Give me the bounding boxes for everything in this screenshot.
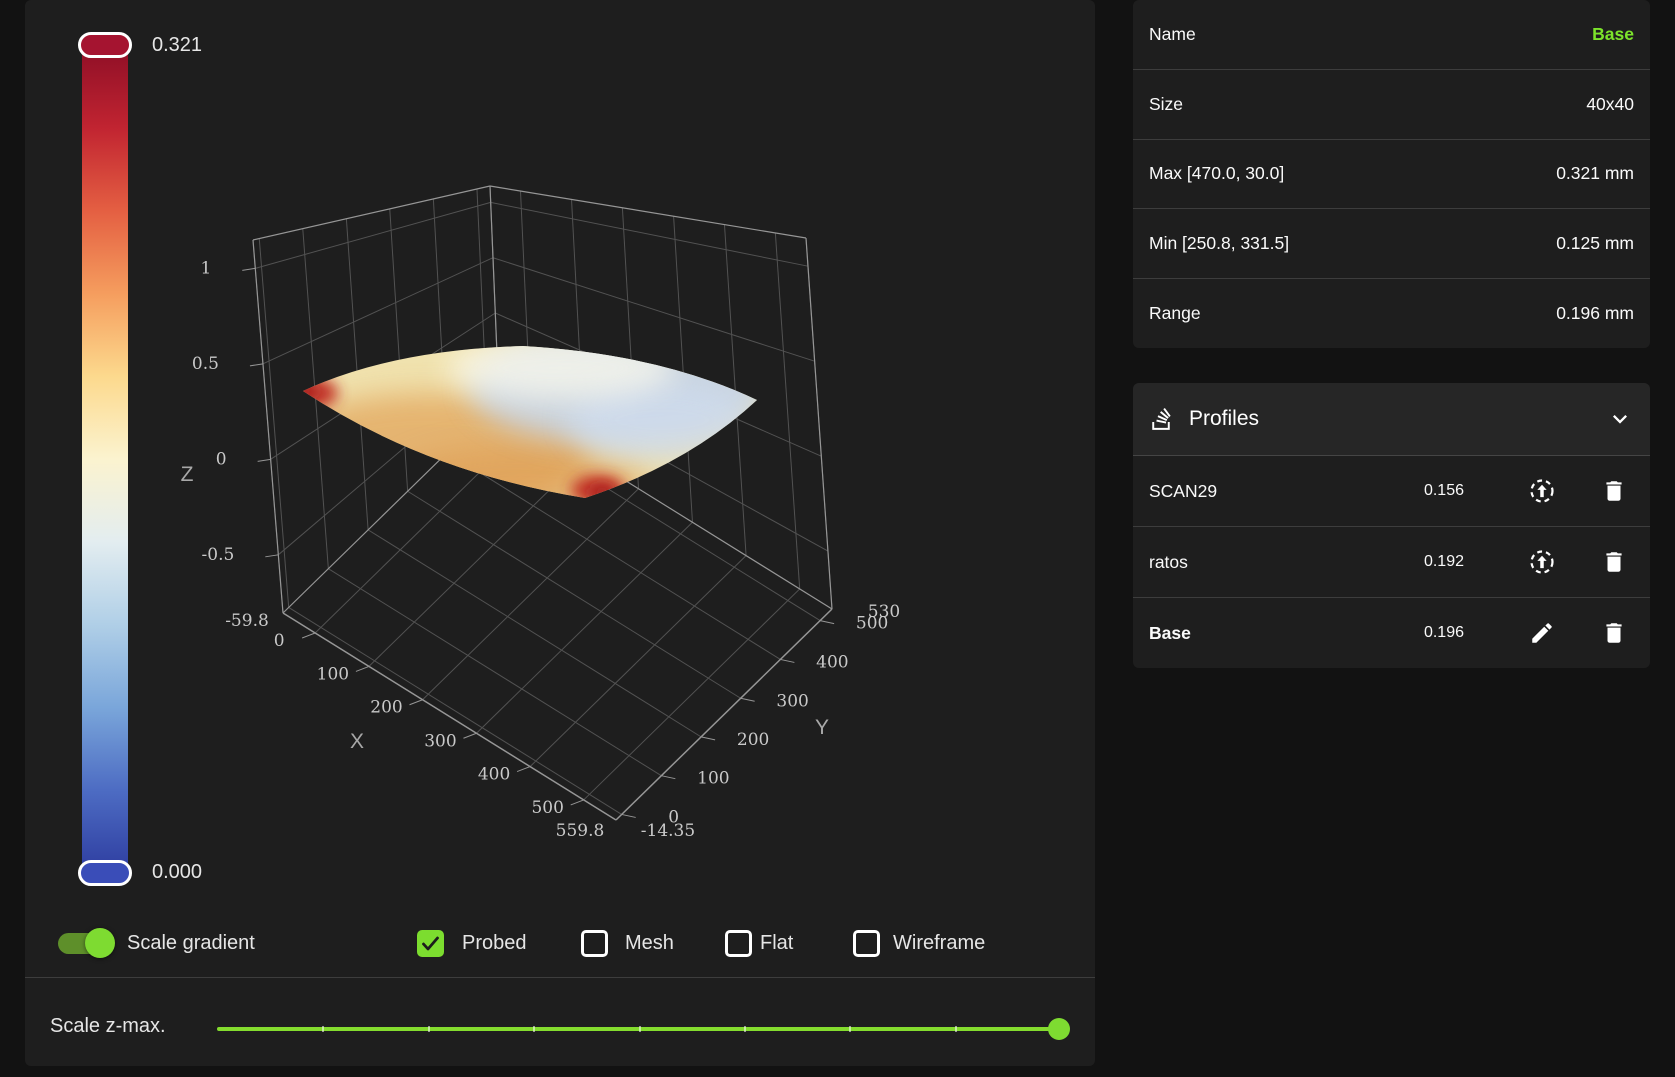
scale-zmax-label: Scale z-max. [50,1015,166,1037]
info-value: Base [1592,23,1634,44]
plot-tick-label: 400 [816,652,848,672]
profile-row-ratos: ratos 0.192 [1133,527,1650,598]
plot-tick-label: 1 [200,258,211,278]
plot-tick-label: 500 [531,798,563,818]
scale-zmax-slider-track[interactable] [217,1026,1060,1032]
profile-range-value: 0.192 [1423,553,1464,570]
slider-tick [954,1026,957,1032]
checkbox-mesh[interactable] [581,930,608,957]
plot-tick-label: -14.35 [641,821,695,841]
divider [25,977,1095,978]
profiles-header: Profiles [1133,383,1650,456]
slider-tick [533,1026,536,1032]
plot-tick-label: 300 [776,691,808,711]
profiles-stack-icon [1149,406,1175,432]
bed-mesh-3d-plot[interactable]: 0 100 200 300 400 500 -59.8 559.8 0 100 200 300 400 5… [25,0,1095,1010]
slider-tick [849,1026,852,1032]
info-row-name: Name Base [1133,0,1650,70]
profiles-rows: SCAN29 0.156 ratos 0.192 Base 0.196 [1133,456,1650,668]
scale-zmax-slider-thumb[interactable] [1048,1018,1070,1040]
checkbox-wireframe[interactable] [853,930,880,957]
profile-actions [1528,477,1628,505]
slider-tick [638,1026,641,1032]
profile-name: SCAN29 [1149,480,1218,501]
info-row-min: Min [250.8, 331.5] 0.125 mm [1133,209,1650,280]
slider-tick [427,1026,430,1032]
info-label: Min [250.8, 331.5] [1149,233,1290,254]
load-profile-icon[interactable] [1528,477,1556,505]
plot-tick-label: 559.8 [556,821,605,841]
plot-tick-label: 0 [216,449,227,469]
info-label: Size [1149,93,1184,114]
info-label: Range [1149,303,1201,324]
checkbox-probed[interactable] [417,930,444,957]
plot-tick-label: X [350,730,364,753]
plot-tick-label: -59.8 [225,611,269,631]
profile-range-value: 0.196 [1423,624,1464,641]
plot-tick-label: Y [815,716,829,739]
checkbox-label-wireframe: Wireframe [893,932,986,954]
profile-actions [1528,548,1628,576]
slider-tick [322,1026,325,1032]
info-value: 0.196 mm [1556,303,1634,324]
delete-profile-icon[interactable] [1600,619,1628,647]
load-profile-icon[interactable] [1528,548,1556,576]
heightmap-page: 0.321 0.000 0 100 200 300 400 500 -59.8 559.8 0 1… [0,0,1675,1077]
edit-profile-icon[interactable] [1528,619,1556,647]
info-label: Name [1149,23,1196,44]
profiles-title: Profiles [1189,407,1260,430]
plot-tick-label: Z [181,463,194,486]
chevron-down-icon[interactable] [1606,405,1634,433]
slider-tick [743,1026,746,1032]
info-row-max: Max [470.0, 30.0] 0.321 mm [1133,140,1650,210]
info-value: 0.125 mm [1556,233,1634,254]
checkbox-label-flat: Flat [760,932,794,954]
plot-tick-label: 100 [697,769,729,789]
info-value: 0.321 mm [1556,163,1634,184]
delete-profile-icon[interactable] [1600,477,1628,505]
scale-gradient-label: Scale gradient [127,932,255,954]
plot-tick-label: 100 [317,664,349,684]
profiles-card: Profiles SCAN29 0.156 ratos 0.192 Base 0.196 [1133,383,1650,668]
info-row-range: Range 0.196 mm [1133,279,1650,348]
plot-tick-label: 200 [370,698,402,718]
delete-profile-icon[interactable] [1600,548,1628,576]
plot-tick-label: 530 [868,602,900,622]
checkbox-flat[interactable] [725,930,752,957]
profile-row-base: Base 0.196 [1133,598,1650,668]
info-row-size: Size 40x40 [1133,70,1650,140]
checkbox-label-probed: Probed [462,932,527,954]
checkbox-label-mesh: Mesh [625,932,674,954]
profile-range-value: 0.156 [1423,482,1464,499]
mesh-info-table: Name Base Size 40x40 Max [470.0, 30.0] 0.321 … [1133,0,1650,348]
info-value: 40x40 [1586,93,1634,114]
profile-row-scan29: SCAN29 0.156 [1133,456,1650,527]
profile-actions [1528,619,1628,647]
scale-gradient-toggle-thumb[interactable] [85,928,115,958]
info-label: Max [470.0, 30.0] [1149,163,1285,184]
plot-tick-label: 200 [737,730,769,750]
plot-tick-label: 0.5 [192,354,219,374]
profile-name: Base [1149,622,1191,643]
plot-tick-label: -0.5 [202,545,235,565]
plot-tick-label: 400 [478,765,510,785]
plot-tick-label: 0 [274,631,285,651]
plot-tick-label: 300 [424,731,456,751]
profile-name: ratos [1149,551,1188,572]
